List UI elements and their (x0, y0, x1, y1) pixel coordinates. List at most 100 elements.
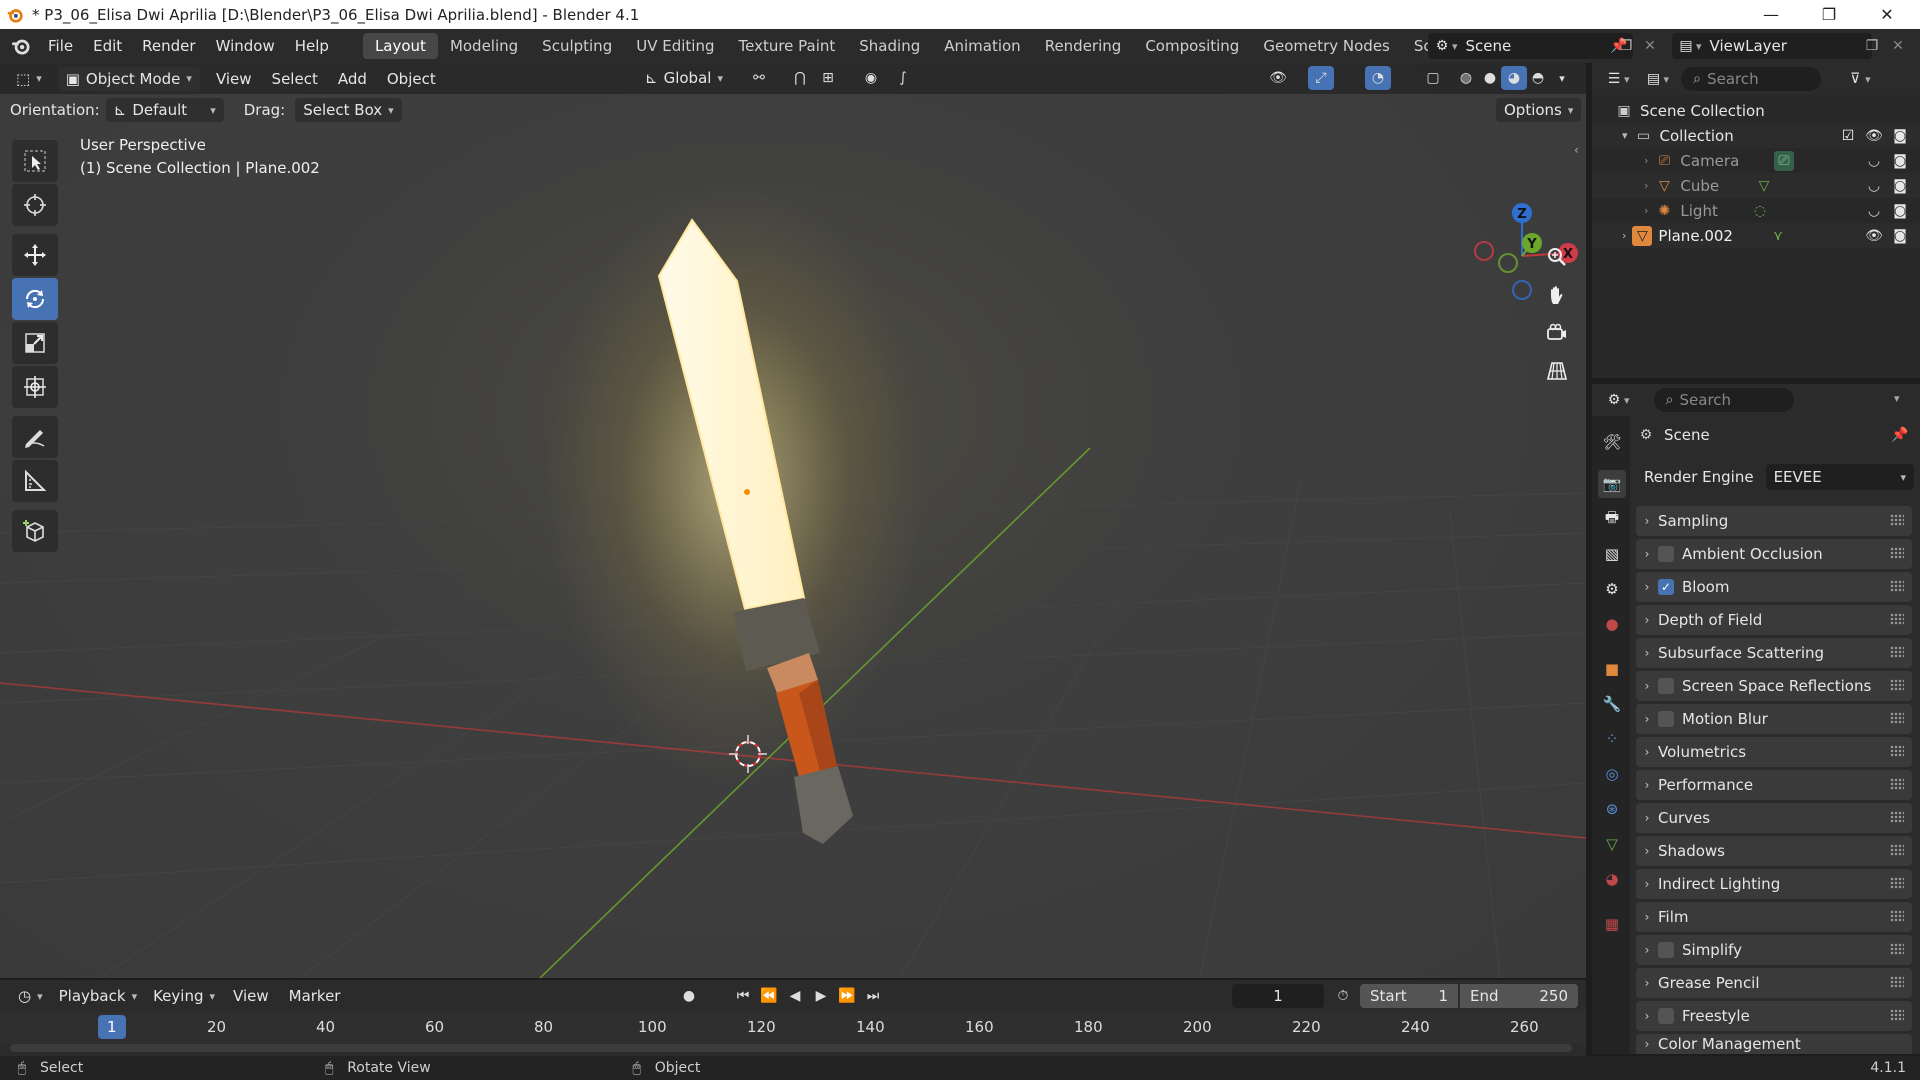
tab-uv-editing[interactable]: UV Editing (624, 33, 726, 59)
tab-material[interactable]: ◕ (1598, 865, 1626, 893)
viewport-menu-add[interactable]: Add (328, 70, 377, 88)
panel-ambient-occlusion[interactable]: › Ambient Occlusion (1636, 539, 1912, 569)
chevron-right-icon[interactable]: › (1644, 204, 1648, 217)
new-scene-icon[interactable]: ❐ (1616, 36, 1636, 56)
timeline-menu-marker[interactable]: Marker (279, 987, 351, 1005)
play-icon[interactable]: ▶ (808, 984, 834, 1008)
camera-view-button[interactable] (1540, 316, 1574, 350)
cursor-tool[interactable] (12, 184, 58, 226)
perspective-toggle-button[interactable] (1540, 354, 1574, 388)
panel-performance[interactable]: › Performance (1636, 770, 1912, 800)
scale-tool[interactable] (12, 322, 58, 364)
menu-file[interactable]: File (38, 37, 83, 55)
drag-grip-icon[interactable] (1890, 514, 1904, 526)
outliner-search-field[interactable]: ⌕ Search (1681, 67, 1822, 91)
tab-shading[interactable]: Shading (847, 33, 932, 59)
falloff-curve-icon[interactable]: ∫ (890, 66, 916, 90)
rendered-shading-icon[interactable]: ◓ (1525, 66, 1551, 90)
panel-motion-blur[interactable]: › Motion Blur (1636, 704, 1912, 734)
menu-render[interactable]: Render (132, 37, 205, 55)
panel-freestyle[interactable]: › Freestyle (1636, 1001, 1912, 1031)
delete-scene-icon[interactable]: ✕ (1640, 36, 1660, 56)
timeline-editor-selector[interactable]: ◷ ▾ (10, 984, 51, 1008)
drag-grip-icon[interactable] (1890, 877, 1904, 889)
freestyle-checkbox[interactable] (1658, 1008, 1674, 1024)
panel-grease-pencil[interactable]: › Grease Pencil (1636, 968, 1912, 998)
chevron-right-icon[interactable]: › (1644, 179, 1648, 192)
tab-modifiers[interactable]: 🔧 (1598, 690, 1626, 718)
drag-grip-icon[interactable] (1890, 745, 1904, 757)
editor-type-selector[interactable]: ⬚ ▾ (8, 67, 50, 91)
zoom-view-button[interactable] (1540, 240, 1574, 274)
menu-help[interactable]: Help (285, 37, 339, 55)
drag-grip-icon[interactable] (1890, 976, 1904, 988)
jump-to-start-icon[interactable]: ⏮ (730, 984, 756, 1008)
panel-screen-space-reflections[interactable]: › Screen Space Reflections (1636, 671, 1912, 701)
stopwatch-icon[interactable]: ⏱ (1330, 984, 1356, 1008)
tab-data[interactable]: ▽ (1598, 830, 1626, 858)
select-box-tool[interactable] (12, 140, 58, 182)
tab-constraints[interactable]: ⊛ (1598, 795, 1626, 823)
drag-grip-icon[interactable] (1890, 1009, 1904, 1021)
panel-sampling[interactable]: › Sampling (1636, 506, 1912, 536)
pivot-point-icon[interactable]: ⚯ (746, 66, 772, 90)
navigation-gizmo[interactable]: Z X Y (1470, 133, 1582, 303)
visibility-eye-icon[interactable]: 👁 (1265, 66, 1291, 90)
keying-menu[interactable]: Keying ▾ (145, 984, 223, 1008)
end-frame-field[interactable]: End 250 (1460, 984, 1578, 1008)
drag-grip-icon[interactable] (1890, 679, 1904, 691)
orientation-selector[interactable]: ⊾ Default ▾ (105, 98, 224, 122)
wireframe-shading-icon[interactable]: ◍ (1453, 66, 1479, 90)
panel-color-management[interactable]: › Color Management (1636, 1034, 1912, 1054)
eye-icon[interactable]: 👁 (1864, 126, 1884, 146)
outliner-item-light[interactable]: › ✺ Light ◌ ◡ ◙ (1592, 198, 1920, 223)
tab-world[interactable]: ● (1598, 610, 1626, 638)
tab-output[interactable]: 🖶 (1598, 505, 1626, 533)
pan-view-button[interactable] (1540, 278, 1574, 312)
solid-shading-icon[interactable]: ● (1477, 66, 1503, 90)
jump-to-keyframe-forward-icon[interactable]: ⏩ (834, 984, 860, 1008)
new-view-layer-icon[interactable]: ❐ (1862, 36, 1882, 56)
move-tool[interactable] (12, 234, 58, 276)
sidebar-toggle-icon[interactable]: ‹ (1574, 143, 1579, 157)
maximize-button[interactable]: ❐ (1800, 0, 1858, 29)
panel-indirect-lighting[interactable]: › Indirect Lighting (1636, 869, 1912, 899)
snap-magnet-icon[interactable]: ⋂ (787, 66, 813, 90)
tab-render[interactable]: 📷 (1598, 470, 1626, 498)
outliner-item-plane-002[interactable]: › ▽ Plane.002 ⋎ 👁 ◙ (1592, 223, 1920, 248)
tab-layout[interactable]: Layout (362, 33, 438, 59)
mode-selector[interactable]: ▣ Object Mode ▾ (57, 66, 200, 91)
tab-tool[interactable]: 🛠 (1598, 428, 1626, 456)
tab-texture[interactable]: ▦ (1598, 910, 1626, 938)
rotate-tool[interactable] (12, 278, 58, 320)
drag-grip-icon[interactable] (1890, 943, 1904, 955)
render-camera-icon[interactable]: ◙ (1890, 226, 1910, 246)
gizmo-toggle-icon[interactable]: ⤢ (1308, 66, 1334, 90)
overlay-toggle-icon[interactable]: ◔ (1365, 66, 1391, 90)
chevron-down-icon[interactable]: ▾ (1622, 129, 1628, 142)
viewport-menu-object[interactable]: Object (377, 70, 446, 88)
tab-physics[interactable]: ◎ (1598, 760, 1626, 788)
options-dropdown[interactable]: Options ▾ (1496, 98, 1582, 122)
transform-tool[interactable] (12, 366, 58, 408)
xray-toggle-icon[interactable]: ▢ (1420, 66, 1446, 90)
scene-selector[interactable]: ⚙ ▾ Scene 📌 (1428, 33, 1633, 59)
drag-grip-icon[interactable] (1890, 811, 1904, 823)
outliner-editor-icon[interactable]: ☰ (1604, 69, 1624, 89)
tab-sculpting[interactable]: Sculpting (530, 33, 624, 59)
tab-geometry-nodes[interactable]: Geometry Nodes (1251, 33, 1402, 59)
panel-curves[interactable]: › Curves (1636, 803, 1912, 833)
current-frame-field[interactable]: 1 (1232, 984, 1324, 1008)
filter-icon[interactable]: ⊽ (1845, 69, 1865, 89)
tab-scene[interactable]: ⚙ (1598, 575, 1626, 603)
panel-depth-of-field[interactable]: › Depth of Field (1636, 605, 1912, 635)
include-checkbox-icon[interactable]: ☑ (1838, 126, 1858, 146)
drag-grip-icon[interactable] (1890, 910, 1904, 922)
viewport-menu-select[interactable]: Select (262, 70, 328, 88)
outliner-scene-collection[interactable]: ▣ Scene Collection (1592, 98, 1920, 123)
auto-keying-icon[interactable]: ● (676, 984, 702, 1008)
render-camera-icon[interactable]: ◙ (1890, 201, 1910, 221)
chevron-right-icon[interactable]: › (1644, 154, 1648, 167)
tab-rendering[interactable]: Rendering (1033, 33, 1134, 59)
jump-to-end-icon[interactable]: ⏭ (860, 984, 886, 1008)
